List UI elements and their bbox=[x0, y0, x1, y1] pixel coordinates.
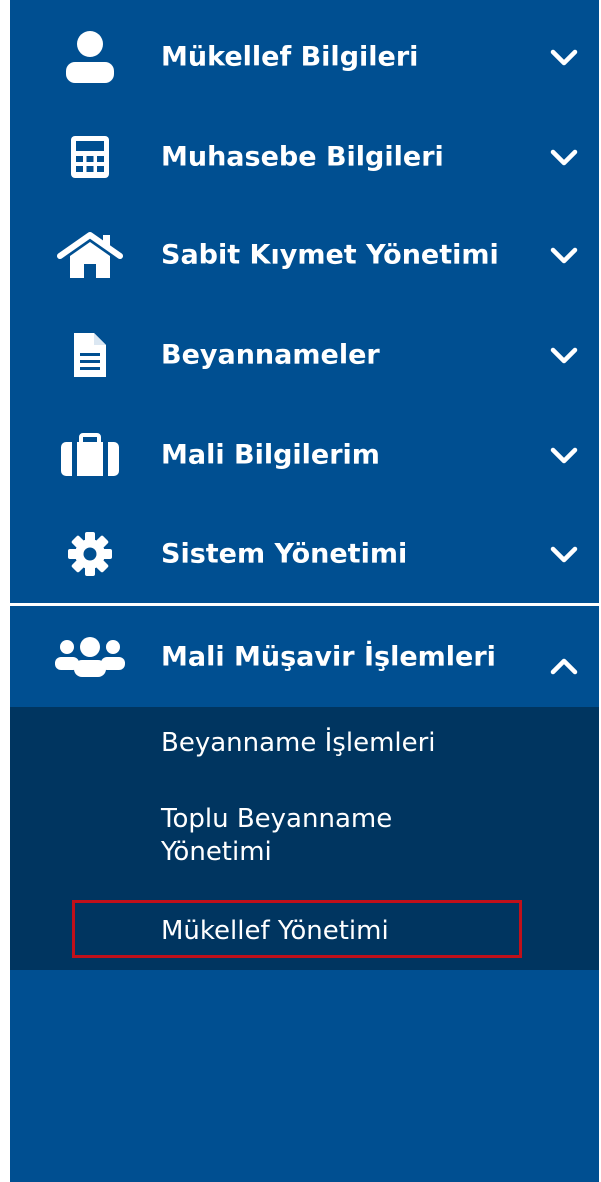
document-icon bbox=[52, 325, 128, 385]
users-icon bbox=[52, 627, 128, 687]
submenu-label: Toplu Beyanname Yönetimi bbox=[161, 804, 393, 867]
sidebar-menu: Mükellef Bilgileri Muhasebe Bilgileri Sa… bbox=[10, 0, 599, 1182]
chevron-down-icon bbox=[550, 247, 578, 264]
menu-label: Muhasebe Bilgileri bbox=[161, 141, 444, 173]
menu-divider bbox=[10, 603, 599, 606]
gear-icon bbox=[52, 524, 128, 584]
calculator-icon bbox=[52, 127, 128, 187]
submenu-item-beyanname-islemleri[interactable]: Beyanname İşlemleri bbox=[161, 727, 436, 760]
briefcase-icon bbox=[52, 425, 128, 485]
highlight-box bbox=[72, 900, 522, 958]
chevron-down-icon bbox=[550, 149, 578, 166]
menu-item-beyannameler[interactable]: Beyannameler bbox=[10, 305, 599, 405]
chevron-down-icon bbox=[550, 546, 578, 563]
menu-label: Mükellef Bilgileri bbox=[161, 41, 419, 73]
user-icon bbox=[52, 27, 128, 87]
menu-item-mali-musavir-islemleri[interactable]: Mali Müşavir İşlemleri bbox=[10, 607, 599, 707]
submenu-label: Beyanname İşlemleri bbox=[161, 728, 436, 758]
menu-item-muhasebe-bilgileri[interactable]: Muhasebe Bilgileri bbox=[10, 107, 599, 207]
menu-label: Sabit Kıymet Yönetimi bbox=[161, 239, 499, 271]
menu-item-mali-bilgilerim[interactable]: Mali Bilgilerim bbox=[10, 405, 599, 505]
chevron-up-icon bbox=[550, 658, 578, 675]
menu-item-sabit-kiymet-yonetimi[interactable]: Sabit Kıymet Yönetimi bbox=[10, 205, 599, 305]
menu-label: Beyannameler bbox=[161, 339, 380, 371]
menu-label: Mali Müşavir İşlemleri bbox=[161, 641, 496, 673]
submenu-item-toplu-beyanname-yonetimi[interactable]: Toplu Beyanname Yönetimi bbox=[161, 803, 471, 869]
menu-label: Sistem Yönetimi bbox=[161, 538, 408, 570]
menu-item-sistem-yonetimi[interactable]: Sistem Yönetimi bbox=[10, 504, 599, 604]
chevron-down-icon bbox=[550, 49, 578, 66]
chevron-down-icon bbox=[550, 347, 578, 364]
menu-label: Mali Bilgilerim bbox=[161, 439, 380, 471]
menu-item-mukellef-bilgileri[interactable]: Mükellef Bilgileri bbox=[10, 7, 599, 107]
home-icon bbox=[52, 225, 128, 285]
chevron-down-icon bbox=[550, 447, 578, 464]
